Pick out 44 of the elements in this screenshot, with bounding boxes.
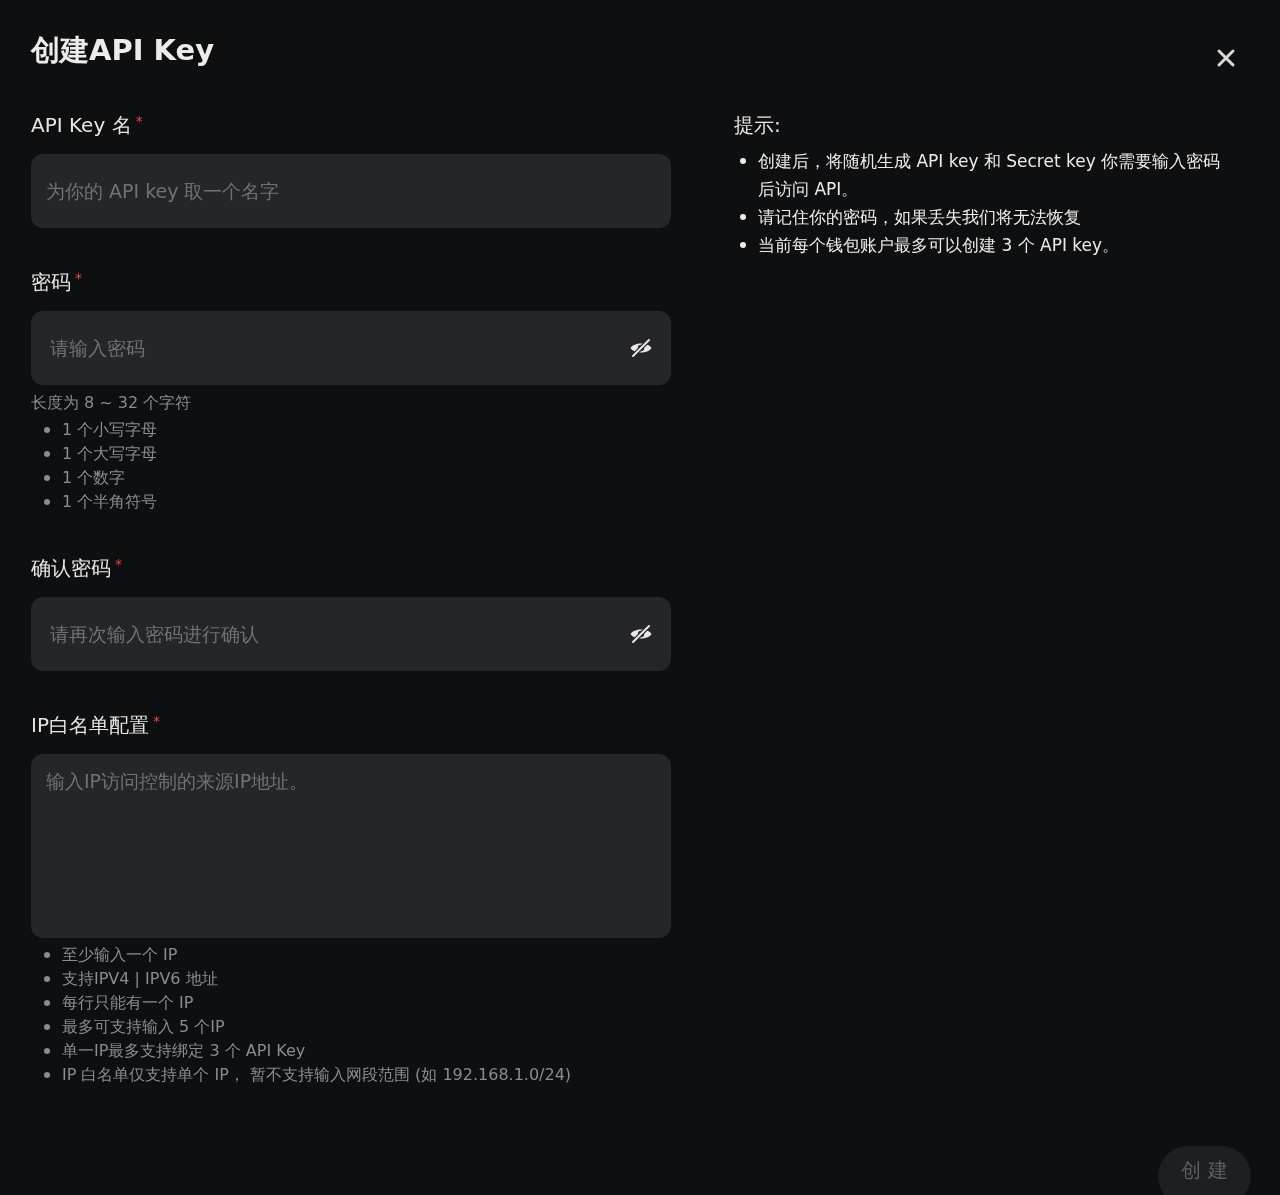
rule-text: 支持IPV4 | IPV6 地址 [62,968,218,990]
required-mark: * [115,556,122,572]
bullet-icon [44,1024,50,1030]
required-mark: * [135,113,143,129]
bullet-icon [44,1072,50,1078]
rule-text: 至少输入一个 IP [62,944,178,966]
bullet-icon [740,214,746,220]
field-label: IP白名单配置 [31,713,149,737]
bullet-icon [44,952,50,958]
textarea-field[interactable]: 输入IP访问控制的来源IP地址。 [31,754,671,938]
hint-text: 长度为 8 ~ 32 个字符 [31,392,193,414]
rule-text: 1 个数字 [62,467,126,489]
eye-slash-icon[interactable] [629,338,653,358]
bullet-icon [740,242,746,248]
close-icon[interactable] [1216,48,1236,68]
field-label: 确认密码 [31,556,111,580]
bullet-icon [44,427,50,433]
field-label: 密码 [31,270,71,294]
bullet-icon [44,1048,50,1054]
rule-text: IP 白名单仅支持单个 IP， 暂不支持输入网段范围 (如 192.168.1.0/24) [62,1064,572,1086]
rule-text: 单一IP最多支持绑定 3 个 API Key [62,1040,306,1062]
bullet-icon [44,475,50,481]
rule-text: 最多可支持输入 5 个IP [62,1016,225,1038]
tip-text: 当前每个钱包账户最多可以创建 3 个 API key。 [758,234,1121,257]
rule-text: 1 个半角符号 [62,491,158,513]
dialog-title: 创建API Key [31,32,215,69]
input-field[interactable]: 为你的 API key 取一个名字 [31,154,671,228]
bullet-icon [740,158,746,164]
eye-slash-icon[interactable] [629,624,653,644]
rule-text: 每行只能有一个 IP [62,992,194,1014]
bullet-icon [44,499,50,505]
tips-title: 提示: [734,113,782,137]
bullet-icon [44,976,50,982]
tip-text: 请记住你的密码，如果丢失我们将无法恢复 [758,206,1082,229]
bullet-icon [44,1000,50,1006]
required-mark: * [152,713,160,729]
field-label: API Key 名 [31,113,132,137]
rule-text: 1 个小写字母 [62,419,158,441]
required-mark: * [75,270,82,286]
bullet-icon [44,451,50,457]
password-field[interactable]: 请再次输入密码进行确认 [31,597,671,671]
rule-text: 1 个大写字母 [62,443,158,465]
password-field[interactable]: 请输入密码 [31,311,671,385]
tip-text: 创建后，将随机生成 API key 和 Secret key 你需要输入密码后访问 API。 [758,150,1222,201]
